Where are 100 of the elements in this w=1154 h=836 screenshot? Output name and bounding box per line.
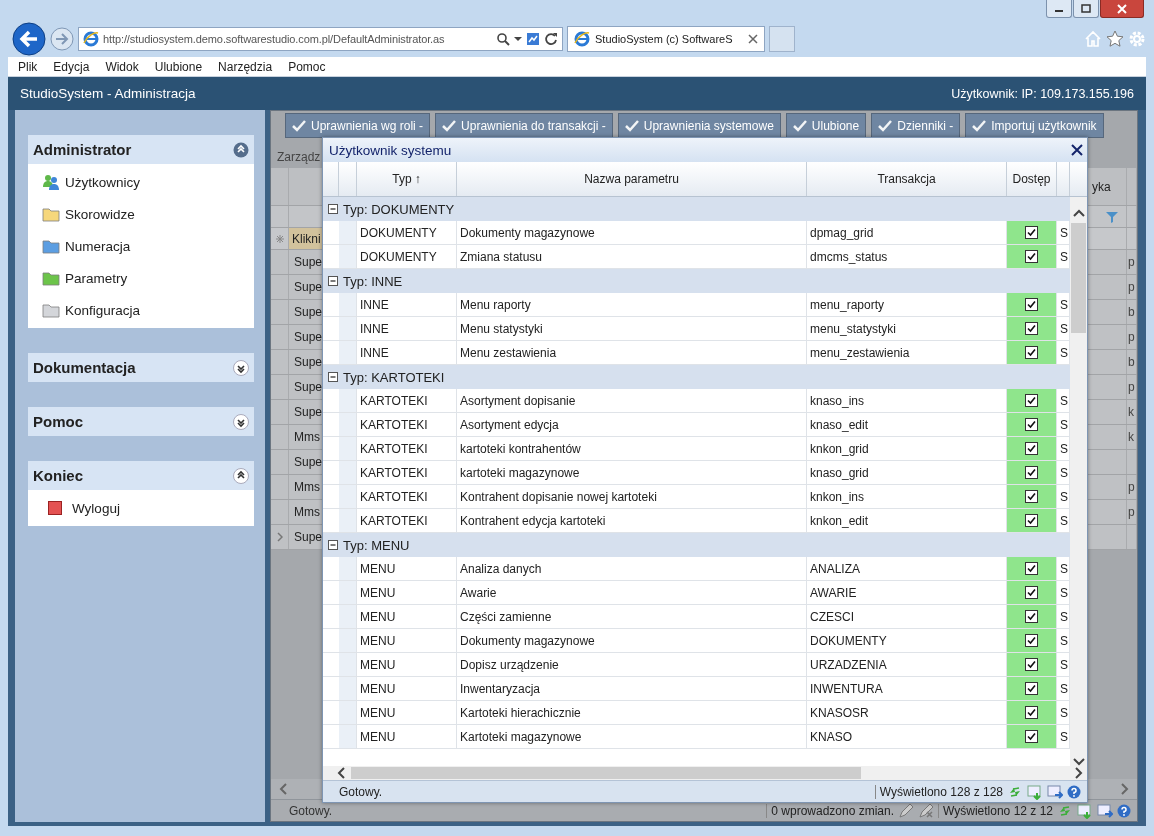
table-cell[interactable]: Klikni: [289, 228, 323, 249]
collapse-icon[interactable]: [328, 540, 338, 550]
panel-header[interactable]: Koniec: [28, 461, 254, 490]
table-cell: Kontrahent dopisanie nowej kartoteki: [457, 485, 807, 508]
menu-item[interactable]: Plik: [18, 59, 38, 74]
scroll-right-icon[interactable]: [1075, 767, 1083, 779]
group-label: Typ: DOKUMENTY: [343, 201, 455, 217]
checkbox[interactable]: [1025, 586, 1038, 599]
export-icon[interactable]: [1097, 802, 1113, 819]
close-icon[interactable]: [1071, 144, 1083, 156]
expand-icon[interactable]: [233, 359, 249, 376]
table-cell: Menu statystyki: [457, 317, 807, 340]
checkbox[interactable]: [1025, 226, 1038, 239]
toolbar-button[interactable]: Dzienniki -: [871, 113, 961, 138]
export-icon[interactable]: [1027, 783, 1043, 800]
forward-button[interactable]: [50, 26, 74, 51]
scroll-down-icon[interactable]: [1072, 758, 1085, 766]
table-cell: KARTOTEKI: [357, 389, 457, 412]
star-icon[interactable]: [1106, 29, 1124, 48]
checkbox[interactable]: [1025, 682, 1038, 695]
scrollbar-thumb[interactable]: [351, 767, 861, 779]
export-icon[interactable]: [1047, 783, 1063, 800]
checkbox[interactable]: [1025, 658, 1038, 671]
checkbox[interactable]: [1025, 394, 1038, 407]
menu-item[interactable]: Narzędzia: [218, 59, 273, 74]
help-icon[interactable]: [1117, 803, 1131, 818]
caret-icon[interactable]: [514, 35, 522, 42]
close-icon: [1117, 3, 1127, 14]
address-field[interactable]: http://studiosystem.demo.softwarestudio.com.pl/DefaultAdministrator.as: [78, 26, 563, 51]
refresh-icon[interactable]: [544, 31, 558, 46]
close-icon[interactable]: [748, 33, 758, 44]
checkbox[interactable]: [1025, 250, 1038, 263]
menu-item[interactable]: Pomoc: [288, 59, 326, 74]
table-cell: k: [1127, 400, 1137, 424]
checkbox[interactable]: [1025, 418, 1038, 431]
table-cell: Części zamienne: [457, 605, 807, 628]
table-cell: kartoteki kontrahentów: [457, 437, 807, 460]
column-header[interactable]: Transakcja: [807, 162, 1007, 196]
users-icon: [42, 173, 60, 191]
checkbox[interactable]: [1025, 466, 1038, 479]
search-icon[interactable]: [496, 31, 510, 46]
checkbox[interactable]: [1025, 706, 1038, 719]
panel-header[interactable]: Administrator: [28, 135, 254, 164]
app-title: StudioSystem - Administracja: [20, 86, 196, 101]
checkbox[interactable]: [1025, 490, 1038, 503]
collapse-icon[interactable]: [233, 467, 249, 484]
checkbox[interactable]: [1025, 514, 1038, 527]
grid-caption: Zarządz: [277, 150, 321, 164]
menu-item[interactable]: Ulubione: [154, 59, 203, 74]
toolbar-button[interactable]: Ulubione: [785, 113, 867, 138]
checkbox[interactable]: [1025, 610, 1038, 623]
close-button[interactable]: [1100, 0, 1144, 18]
filter-icon[interactable]: [1106, 210, 1118, 223]
checkbox[interactable]: [1025, 634, 1038, 647]
panel-header[interactable]: Dokumentacja: [28, 353, 254, 382]
sidebar-item[interactable]: Konfiguracja: [28, 294, 254, 326]
browser-icon: [574, 30, 590, 47]
back-button[interactable]: [12, 21, 46, 56]
column-header[interactable]: Dostęp: [1007, 162, 1057, 196]
toolbar-button[interactable]: Importuj użytkownik: [965, 113, 1104, 138]
help-icon[interactable]: [1067, 784, 1081, 799]
sidebar-item[interactable]: Numeracja: [28, 230, 254, 262]
checkbox[interactable]: [1025, 298, 1038, 311]
checkbox[interactable]: [1025, 322, 1038, 335]
toolbar-button[interactable]: Uprawnienia systemowe: [617, 113, 781, 138]
browser-tab[interactable]: StudioSystem (c) SoftwareS: [567, 25, 765, 52]
collapse-icon[interactable]: [328, 204, 338, 214]
collapse-icon[interactable]: [328, 372, 338, 382]
sidebar-item[interactable]: Parametry: [28, 262, 254, 294]
cancel-icon[interactable]: [918, 802, 935, 819]
table-cell: KARTOTEKI: [357, 437, 457, 460]
panel-header[interactable]: Pomoc: [28, 407, 254, 436]
column-header[interactable]: Nazwa parametru: [457, 162, 807, 196]
check-icon: [972, 119, 987, 132]
table-cell: p: [1127, 250, 1137, 274]
checkbox[interactable]: [1025, 346, 1038, 359]
toolbar-button[interactable]: Uprawnienia do transakcji -: [435, 113, 613, 138]
toolbar-button[interactable]: Uprawnienia wg roli -: [285, 113, 431, 138]
export-icon[interactable]: [1077, 802, 1093, 819]
sidebar-item[interactable]: Skorowidze: [28, 198, 254, 230]
table-cell: Asortyment dopisanie: [457, 389, 807, 412]
compatibility-icon[interactable]: [526, 31, 540, 46]
expand-icon[interactable]: [233, 413, 249, 430]
collapse-icon[interactable]: [328, 276, 338, 286]
sidebar-item[interactable]: Wyloguj: [28, 492, 254, 524]
sidebar-item[interactable]: Użytkownicy: [28, 166, 254, 198]
column-header[interactable]: Typ ↑: [357, 162, 457, 196]
table-cell: Kontrahent edycja kartoteki: [457, 509, 807, 532]
check-icon: [442, 119, 457, 132]
menu-item[interactable]: Edycja: [53, 59, 90, 74]
maximize-button[interactable]: [1073, 0, 1099, 18]
column-header[interactable]: yka: [1092, 179, 1111, 194]
scrollbar-thumb[interactable]: [1071, 223, 1086, 333]
checkbox[interactable]: [1025, 442, 1038, 455]
menu-item[interactable]: Widok: [105, 59, 139, 74]
minimize-button[interactable]: [1046, 0, 1072, 18]
scroll-left-icon[interactable]: [337, 767, 345, 779]
checkbox[interactable]: [1025, 562, 1038, 575]
scroll-up-icon[interactable]: [1072, 209, 1085, 217]
checkbox[interactable]: [1025, 730, 1038, 743]
